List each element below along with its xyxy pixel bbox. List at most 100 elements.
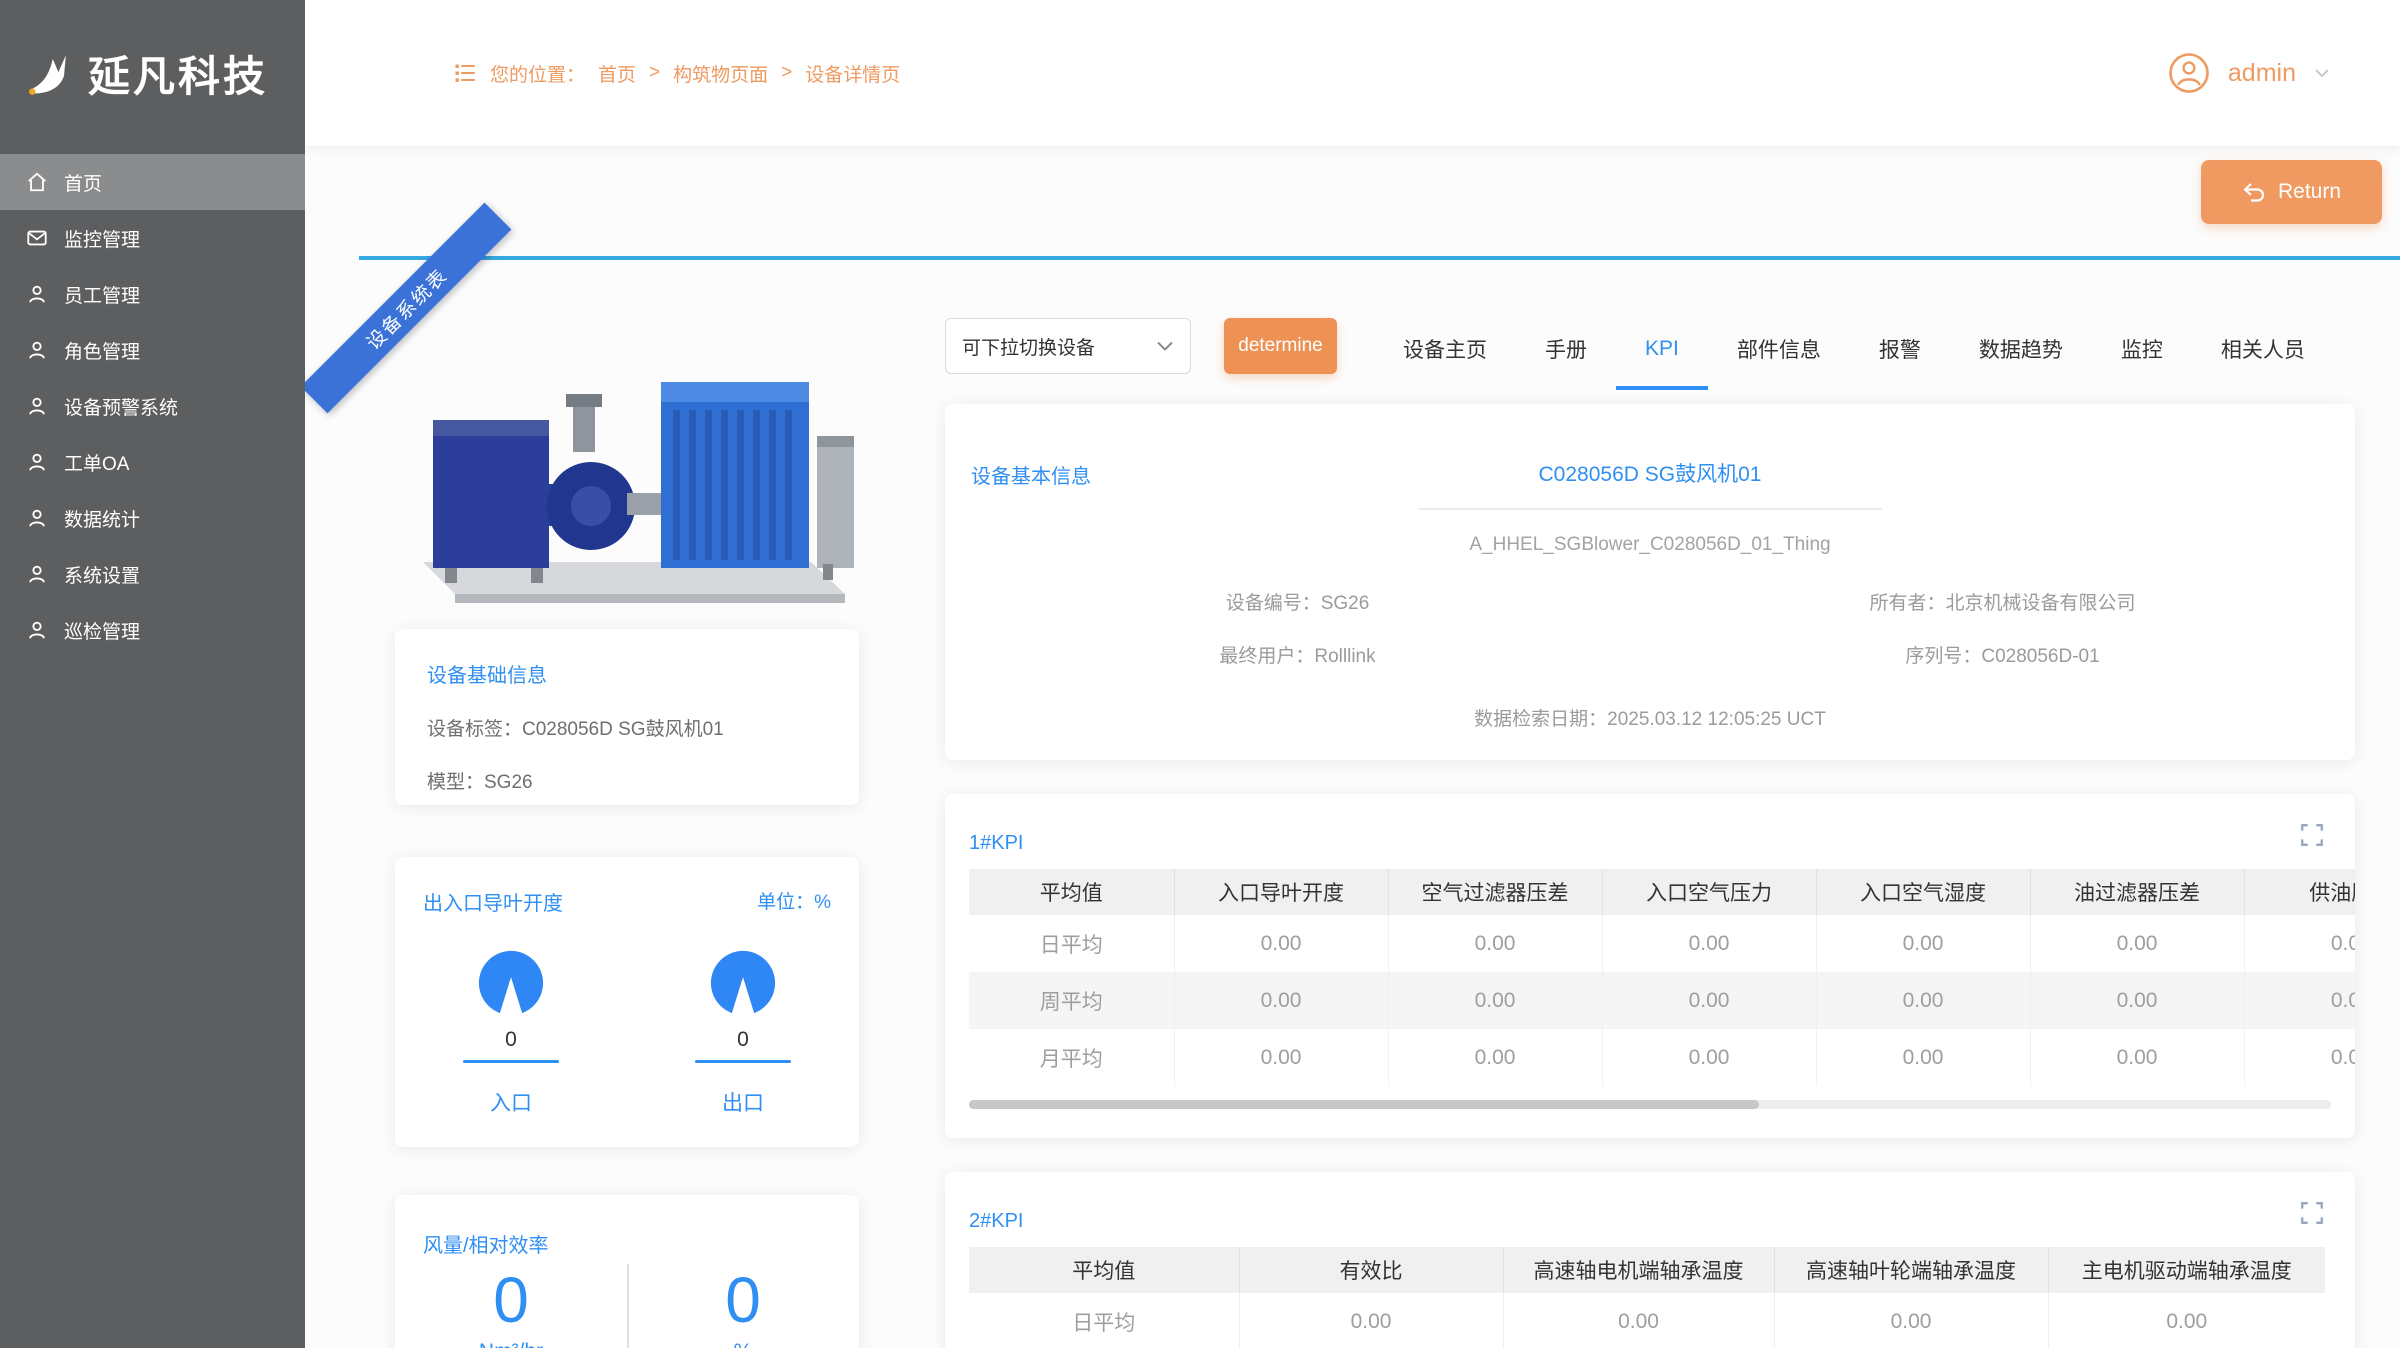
- field-owner: 所有者：北京机械设备有限公司: [1650, 588, 2355, 615]
- mail-icon: [26, 227, 48, 249]
- tab-manual[interactable]: 手册: [1516, 312, 1616, 390]
- brand-logo: 延凡科技: [0, 0, 305, 146]
- field-serial-number: 序列号：C028056D-01: [1650, 641, 2355, 668]
- device-base-info-card: 设备基础信息 设备标签：C028056D SG鼓风机01 模型：SG26: [395, 629, 859, 805]
- equipment-image: [393, 324, 864, 617]
- efficiency-unit: %: [627, 1340, 859, 1348]
- chevron-down-icon: [2314, 68, 2330, 78]
- device-fields: 设备编号：SG26 所有者：北京机械设备有限公司 最终用户：Rolllink 序…: [945, 588, 2355, 668]
- inlet-gauge-value: 0: [505, 1028, 517, 1052]
- sidebar-item-label: 系统设置: [64, 561, 140, 588]
- inlet-gauge: 0 入口: [395, 948, 627, 1117]
- table-row-monthly: 月平均 0.00 0.00 0.00 0.00 0.00 0.00: [969, 1029, 2355, 1086]
- sidebar-item-staff-mgmt[interactable]: 员工管理: [0, 266, 305, 322]
- breadcrumb: 您的位置： 首页 > 构筑物页面 > 设备详情页: [453, 60, 900, 87]
- device-name: C028056D SG鼓风机01: [945, 458, 2355, 488]
- tab-kpi[interactable]: KPI: [1616, 312, 1708, 390]
- vane-opening-card: 出入口导叶开度 单位：% 0 入口 0 出口: [395, 857, 859, 1147]
- device-switch-select[interactable]: 可下拉切换设备: [945, 318, 1191, 374]
- sidebar-item-label: 设备预警系统: [64, 393, 178, 420]
- base-info-title: 设备基础信息: [427, 659, 859, 688]
- tab-data-trends[interactable]: 数据趋势: [1950, 312, 2092, 390]
- breadcrumb-separator: >: [781, 62, 792, 84]
- sidebar-item-label: 工单OA: [64, 449, 129, 476]
- home-icon: [26, 171, 48, 193]
- sidebar-item-role-mgmt[interactable]: 角色管理: [0, 322, 305, 378]
- sidebar-item-data-stats[interactable]: 数据统计: [0, 490, 305, 546]
- sidebar-nav: 首页 监控管理 员工管理 角色管理 设备预警系统 工单OA: [0, 146, 305, 658]
- inlet-gauge-chart: [476, 948, 546, 1018]
- kpi1-header-row: 平均值 入口导叶开度 空气过滤器压差 入口空气压力 入口空气湿度 油过滤器压差 …: [969, 869, 2355, 915]
- user-icon: [26, 283, 48, 305]
- device-model: 模型：SG26: [427, 767, 859, 794]
- scrollbar-thumb[interactable]: [969, 1100, 1759, 1109]
- breadcrumb-structure-page[interactable]: 构筑物页面: [673, 60, 768, 87]
- flow-efficiency-card: 风量/相对效率 0 Nm³/hr 0 %: [395, 1195, 859, 1348]
- return-button[interactable]: Return: [2201, 160, 2382, 224]
- table-row-daily: 日平均 0.00 0.00 0.00 0.00: [969, 1293, 2325, 1348]
- sidebar-item-label: 监控管理: [64, 225, 140, 252]
- return-label: Return: [2278, 180, 2341, 204]
- inlet-gauge-underline: [463, 1060, 559, 1063]
- efficiency-metric: 0 %: [627, 1268, 859, 1348]
- outlet-gauge-underline: [695, 1060, 791, 1063]
- return-arrow-icon: [2242, 181, 2266, 203]
- kpi1-title: 1#KPI: [969, 832, 1023, 855]
- expand-icon[interactable]: [2299, 822, 2325, 848]
- horizontal-scrollbar: [969, 1100, 2331, 1109]
- data-retrieval-date: 数据检索日期：2025.03.12 12:05:25 UCT: [945, 704, 2355, 731]
- user-icon: [26, 619, 48, 641]
- vane-unit-label: 单位：%: [757, 887, 831, 916]
- tab-device-home[interactable]: 设备主页: [1374, 312, 1516, 390]
- sidebar-item-label: 首页: [64, 169, 102, 196]
- outlet-gauge-value: 0: [737, 1028, 749, 1052]
- breadcrumb-home[interactable]: 首页: [598, 60, 636, 87]
- metric-divider: [627, 1264, 629, 1348]
- sidebar-item-work-order-oa[interactable]: 工单OA: [0, 434, 305, 490]
- sidebar-item-alert-system[interactable]: 设备预警系统: [0, 378, 305, 434]
- outlet-gauge-chart: [708, 948, 778, 1018]
- user-icon: [26, 395, 48, 417]
- device-tag: 设备标签：C028056D SG鼓风机01: [427, 714, 859, 741]
- expand-icon[interactable]: [2299, 1200, 2325, 1226]
- inlet-gauge-label: 入口: [490, 1087, 532, 1117]
- sidebar-item-label: 角色管理: [64, 337, 140, 364]
- avatar-icon: [2168, 52, 2210, 94]
- brand-logo-icon: [22, 47, 78, 99]
- tab-monitoring[interactable]: 监控: [2092, 312, 2192, 390]
- kpi2-table-container: 平均值 有效比 高速轴电机端轴承温度 高速轴叶轮端轴承温度 主电机驱动端轴承温度…: [969, 1247, 2355, 1348]
- sidebar-item-label: 数据统计: [64, 505, 140, 532]
- sidebar-item-home[interactable]: 首页: [0, 154, 305, 210]
- kpi2-table: 平均值 有效比 高速轴电机端轴承温度 高速轴叶轮端轴承温度 主电机驱动端轴承温度…: [969, 1247, 2325, 1348]
- device-detail-page: 延凡科技 首页 监控管理 员工管理 角色管理 设备预警系统: [0, 0, 2400, 1348]
- user-icon: [26, 451, 48, 473]
- sidebar: 延凡科技 首页 监控管理 员工管理 角色管理 设备预警系统: [0, 0, 305, 1348]
- tab-related-people[interactable]: 相关人员: [2192, 312, 2334, 390]
- field-device-number: 设备编号：SG26: [945, 588, 1650, 615]
- tab-parts-info[interactable]: 部件信息: [1708, 312, 1850, 390]
- chevron-down-icon: [1156, 340, 1174, 352]
- table-row-weekly: 周平均 0.00 0.00 0.00 0.00 0.00 0.00: [969, 972, 2355, 1029]
- efficiency-value: 0: [627, 1268, 859, 1332]
- flow-value: 0: [395, 1268, 627, 1332]
- outlet-gauge: 0 出口: [627, 948, 859, 1117]
- top-header: 您的位置： 首页 > 构筑物页面 > 设备详情页 admin: [305, 0, 2400, 146]
- sidebar-item-inspection-mgmt[interactable]: 巡检管理: [0, 602, 305, 658]
- table-row-daily: 日平均 0.00 0.00 0.00 0.00 0.00 0.00: [969, 915, 2355, 972]
- user-menu[interactable]: admin: [2168, 52, 2330, 94]
- device-switch-value: 可下拉切换设备: [962, 333, 1095, 360]
- basic-info-section-title: 设备基本信息: [971, 460, 1091, 489]
- determine-button[interactable]: determine: [1224, 318, 1337, 374]
- flow-card-title: 风量/相对效率: [395, 1195, 859, 1258]
- kpi1-table-container: 平均值 入口导叶开度 空气过滤器压差 入口空气压力 入口空气湿度 油过滤器压差 …: [969, 869, 2355, 1086]
- sidebar-item-monitor-mgmt[interactable]: 监控管理: [0, 210, 305, 266]
- user-icon: [26, 507, 48, 529]
- breadcrumb-device-detail[interactable]: 设备详情页: [805, 60, 900, 87]
- tab-alarms[interactable]: 报警: [1850, 312, 1950, 390]
- user-icon: [26, 563, 48, 585]
- user-icon: [26, 339, 48, 361]
- flow-metric: 0 Nm³/hr: [395, 1268, 627, 1348]
- username: admin: [2228, 59, 2296, 88]
- sidebar-item-system-settings[interactable]: 系统设置: [0, 546, 305, 602]
- kpi1-table: 平均值 入口导叶开度 空气过滤器压差 入口空气压力 入口空气湿度 油过滤器压差 …: [969, 869, 2355, 1086]
